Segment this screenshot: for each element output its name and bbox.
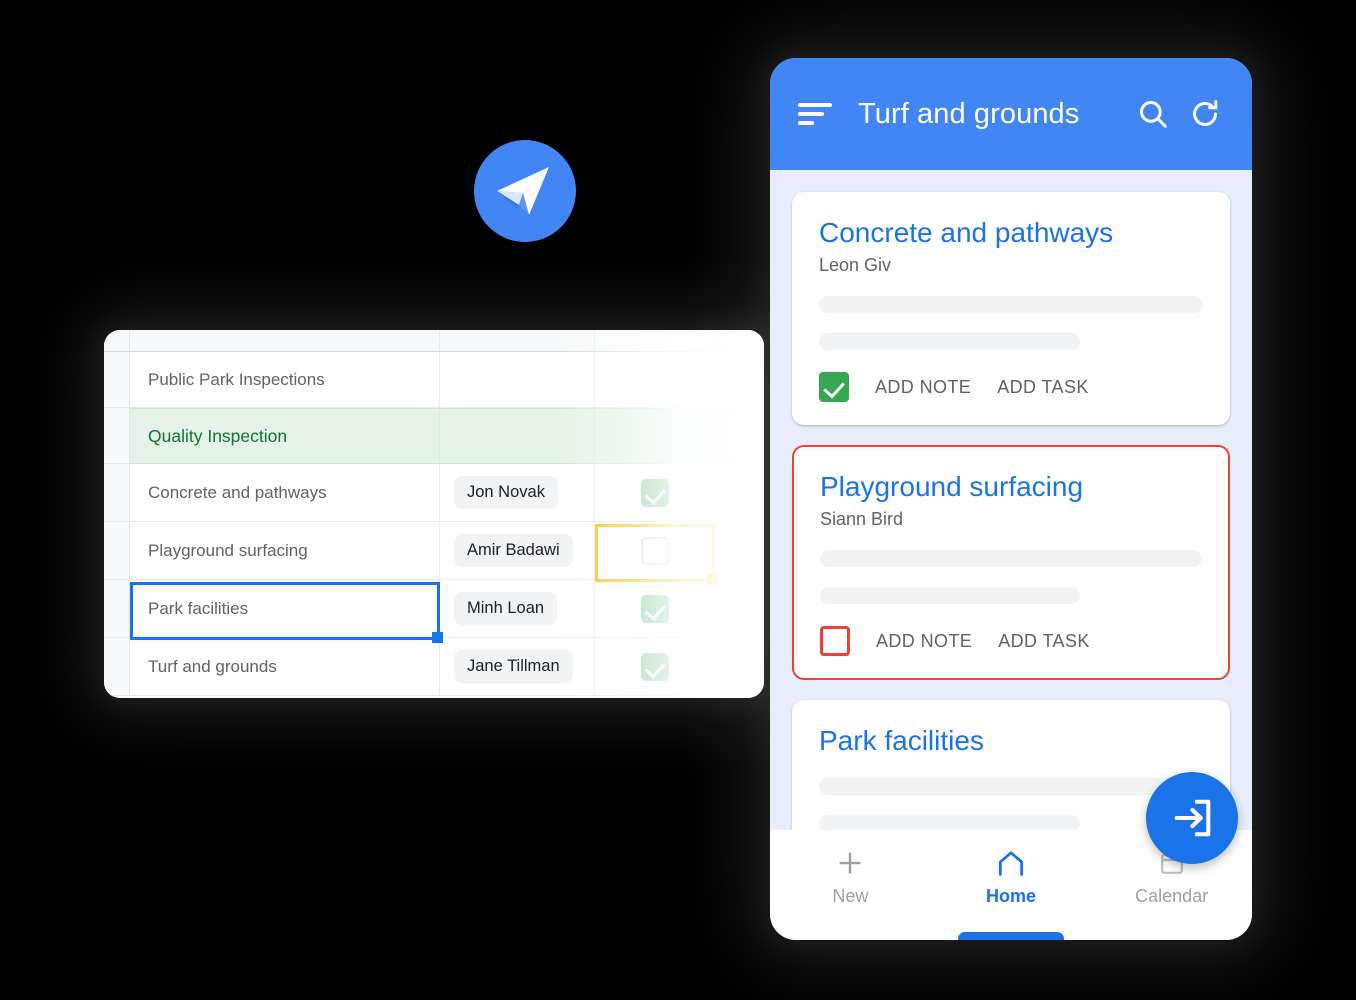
done-cell[interactable] bbox=[595, 522, 715, 580]
table-row: Playground surfacing Amir Badawi bbox=[104, 522, 764, 580]
table-row: Concrete and pathways Jon Novak bbox=[104, 464, 764, 522]
row-gutter bbox=[104, 580, 130, 638]
sheet-title-cell[interactable]: Public Park Inspections bbox=[130, 352, 440, 408]
section-blank-1[interactable] bbox=[440, 408, 595, 464]
card-checkbox-checked[interactable] bbox=[819, 372, 849, 403]
assignee-cell[interactable]: Minh Loan bbox=[440, 580, 595, 638]
extra-cell[interactable] bbox=[715, 580, 764, 638]
nav-item-new[interactable]: New bbox=[770, 846, 931, 907]
nav-label: New bbox=[832, 886, 869, 906]
sort-menu-icon[interactable] bbox=[798, 101, 832, 127]
table-row: Park facilities Minh Loan bbox=[104, 580, 764, 638]
done-cell[interactable] bbox=[595, 638, 715, 696]
checkbox-checked[interactable] bbox=[640, 594, 669, 623]
card-subtitle: Siann Bird bbox=[820, 509, 904, 530]
assignee-chip: Jane Tillman bbox=[454, 650, 573, 683]
column-header-assignee[interactable] bbox=[440, 330, 595, 352]
assignee-chip: Minh Loan bbox=[454, 592, 558, 625]
screenshot-canvas: Public Park Inspections Quality Inspecti… bbox=[0, 0, 1356, 1000]
sheet-title-blank-3[interactable] bbox=[715, 352, 764, 408]
assignee-cell[interactable]: Jon Novak bbox=[440, 464, 595, 522]
assignee-cell[interactable]: Amir Badawi bbox=[440, 522, 595, 580]
section-header-row: Quality Inspection bbox=[104, 408, 764, 464]
paper-plane-icon bbox=[497, 167, 549, 215]
row-gutter bbox=[104, 408, 130, 464]
app-bar-title: Turf and grounds bbox=[858, 97, 1080, 130]
column-header-task[interactable] bbox=[130, 330, 440, 352]
card-title: Park facilities bbox=[819, 725, 984, 757]
login-arrow-icon bbox=[1174, 799, 1211, 837]
section-blank-3[interactable] bbox=[715, 408, 764, 464]
open-in-app-fab[interactable] bbox=[1146, 772, 1238, 864]
checkbox-checked[interactable] bbox=[640, 652, 669, 681]
app-bar: Turf and grounds bbox=[770, 58, 1252, 170]
paper-plane-logo bbox=[474, 140, 576, 242]
column-header-row bbox=[104, 330, 764, 352]
table-row: Turf and grounds Jane Tillman bbox=[104, 638, 764, 696]
home-icon bbox=[931, 846, 1092, 880]
assignee-chip: Amir Badawi bbox=[454, 534, 573, 567]
extra-cell[interactable] bbox=[715, 464, 764, 522]
refresh-icon[interactable] bbox=[1188, 97, 1222, 131]
placeholder-line bbox=[819, 296, 1203, 314]
task-cell[interactable]: Park facilities bbox=[130, 580, 440, 638]
home-indicator bbox=[958, 932, 1064, 940]
nav-label: Home bbox=[986, 886, 1037, 906]
placeholder-line bbox=[819, 333, 1081, 351]
card-actions: ADD NOTE ADD TASK bbox=[820, 626, 1202, 657]
assignee-cell[interactable]: Jane Tillman bbox=[440, 638, 595, 696]
sheet-title-row: Public Park Inspections bbox=[104, 352, 764, 408]
add-note-button[interactable]: ADD NOTE bbox=[875, 377, 971, 398]
extra-cell[interactable] bbox=[715, 522, 764, 580]
row-gutter bbox=[104, 330, 130, 352]
card-subtitle: Leon Giv bbox=[819, 255, 892, 276]
sheet-title-blank-2[interactable] bbox=[595, 352, 715, 408]
row-gutter bbox=[104, 464, 130, 522]
checkbox-unchecked[interactable] bbox=[640, 536, 669, 565]
placeholder-line bbox=[820, 550, 1202, 568]
task-cell[interactable]: Turf and grounds bbox=[130, 638, 440, 696]
row-gutter bbox=[104, 638, 130, 696]
spreadsheet-panel: Public Park Inspections Quality Inspecti… bbox=[104, 330, 764, 698]
card-actions: ADD NOTE ADD TASK bbox=[819, 372, 1203, 403]
nav-item-home[interactable]: Home bbox=[931, 846, 1092, 907]
section-header-cell[interactable]: Quality Inspection bbox=[130, 408, 440, 464]
task-cell[interactable]: Playground surfacing bbox=[130, 522, 440, 580]
placeholder-line bbox=[819, 814, 1081, 832]
checkbox-checked[interactable] bbox=[640, 478, 669, 507]
task-card-flagged[interactable]: Playground surfacing Siann Bird ADD NOTE… bbox=[792, 445, 1230, 681]
column-header-extra[interactable] bbox=[715, 330, 764, 352]
task-card[interactable]: Concrete and pathways Leon Giv ADD NOTE … bbox=[792, 192, 1230, 426]
placeholder-line bbox=[819, 777, 1203, 795]
placeholder-line bbox=[820, 587, 1080, 605]
add-task-button[interactable]: ADD TASK bbox=[998, 631, 1090, 652]
plus-icon bbox=[770, 846, 931, 880]
phone-mockup: Turf and grounds Concrete and pathways L… bbox=[770, 58, 1252, 940]
sheet-title-blank-1[interactable] bbox=[440, 352, 595, 408]
row-gutter bbox=[104, 352, 130, 408]
nav-label: Calendar bbox=[1135, 886, 1209, 906]
add-note-button[interactable]: ADD NOTE bbox=[876, 631, 972, 652]
card-list[interactable]: Concrete and pathways Leon Giv ADD NOTE … bbox=[770, 170, 1252, 855]
row-gutter bbox=[104, 522, 130, 580]
task-cell[interactable]: Concrete and pathways bbox=[130, 464, 440, 522]
column-header-done[interactable] bbox=[595, 330, 715, 352]
done-cell[interactable] bbox=[595, 580, 715, 638]
card-title: Playground surfacing bbox=[820, 471, 1084, 503]
add-task-button[interactable]: ADD TASK bbox=[997, 377, 1089, 398]
card-title: Concrete and pathways bbox=[819, 217, 1114, 248]
section-blank-2[interactable] bbox=[595, 408, 715, 464]
done-cell[interactable] bbox=[595, 464, 715, 522]
search-icon[interactable] bbox=[1136, 97, 1170, 131]
extra-cell[interactable] bbox=[715, 638, 764, 696]
assignee-chip: Jon Novak bbox=[454, 476, 558, 509]
card-checkbox-unchecked[interactable] bbox=[820, 626, 850, 657]
